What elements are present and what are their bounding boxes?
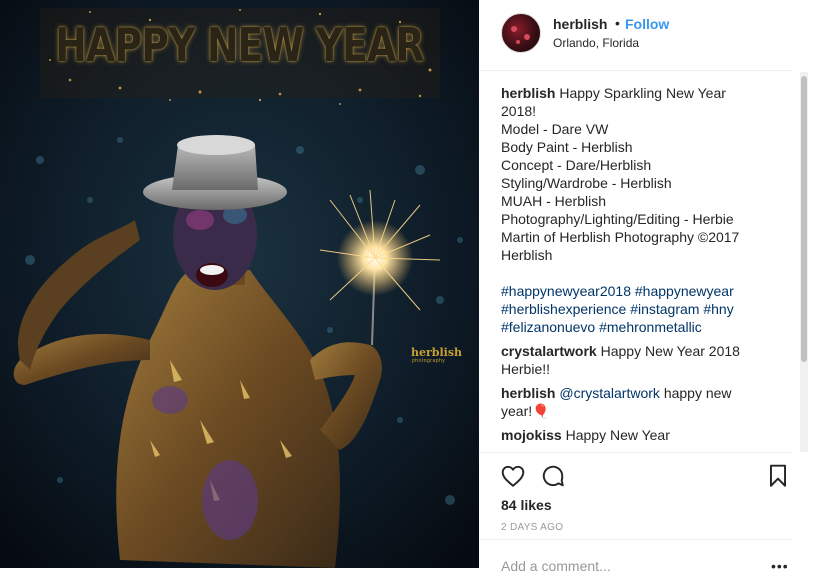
hashtag-link[interactable]: #mehronmetallic bbox=[599, 319, 702, 335]
post-detail-panel: herblish • Follow Orlando, Florida herbl… bbox=[479, 0, 813, 581]
comment-text: Herbie!! bbox=[501, 361, 551, 377]
comment: mojokiss Happy New Year bbox=[501, 426, 771, 444]
caption-line: Herblish bbox=[501, 247, 553, 263]
comments-list: herblish Happy Sparkling New Year 2018! … bbox=[501, 84, 771, 450]
caption-line: 2018! bbox=[501, 103, 537, 119]
header-separator: • bbox=[615, 15, 620, 31]
caption-line: Photography/Lighting/Editing - Herbie bbox=[501, 211, 734, 227]
caption-line: Concept - Dare/Herblish bbox=[501, 157, 652, 173]
post-header: herblish • Follow Orlando, Florida bbox=[479, 0, 792, 71]
likes-count[interactable]: 84 likes bbox=[501, 497, 552, 513]
comment-mention[interactable]: @crystalartwork bbox=[559, 385, 660, 401]
photo-watermark-sub: photography bbox=[412, 358, 446, 364]
hashtag-line: #happynewyear2018 #happynewyear bbox=[501, 282, 771, 300]
comment-username[interactable]: herblish bbox=[501, 385, 555, 401]
comment: herblish @crystalartwork happy new year!… bbox=[501, 384, 771, 420]
comment-text: year!🎈 bbox=[501, 403, 550, 419]
post-timestamp[interactable]: 2 DAYS AGO bbox=[501, 522, 563, 533]
heart-icon[interactable] bbox=[500, 463, 526, 489]
comment-username[interactable]: crystalartwork bbox=[501, 343, 597, 359]
caption-line: Martin of Herblish Photography ©2017 bbox=[501, 229, 740, 245]
hashtag-link[interactable]: #herblishexperience bbox=[501, 301, 626, 317]
caption-line: MUAH - Herblish bbox=[501, 193, 607, 209]
caption-line: Styling/Wardrobe - Herblish bbox=[501, 175, 672, 191]
comment-text: Happy New Year bbox=[565, 427, 670, 443]
hashtag-link[interactable]: #happynewyear bbox=[635, 283, 734, 299]
caption-text: Happy Sparkling New Year bbox=[559, 85, 726, 101]
hashtag-line: #herblishexperience #instagram #hny bbox=[501, 300, 771, 318]
hashtag-link[interactable]: #happynewyear2018 bbox=[501, 283, 631, 299]
follow-button[interactable]: Follow bbox=[625, 16, 669, 32]
post-actions: 84 likes 2 DAYS AGO ••• bbox=[479, 452, 792, 581]
hashtag-line: #felizanonuevo #mehronmetallic bbox=[501, 318, 771, 336]
caption-line: Model - Dare VW bbox=[501, 121, 609, 137]
comments-scrollbar-thumb[interactable] bbox=[801, 76, 807, 362]
more-options-button[interactable]: ••• bbox=[771, 559, 789, 573]
avatar[interactable] bbox=[501, 13, 541, 53]
comment-text: happy new bbox=[663, 385, 732, 401]
hashtag-link[interactable]: #hny bbox=[703, 301, 733, 317]
header-location[interactable]: Orlando, Florida bbox=[553, 36, 639, 50]
caption: herblish Happy Sparkling New Year 2018! … bbox=[501, 84, 771, 336]
header-username[interactable]: herblish bbox=[553, 16, 607, 32]
comment-username[interactable]: mojokiss bbox=[501, 427, 562, 443]
post-photo[interactable]: HAPPY NEW YEAR herblish photography bbox=[0, 0, 479, 568]
post-photo-art bbox=[0, 0, 479, 568]
comment-icon[interactable] bbox=[540, 463, 566, 489]
hashtag-link[interactable]: #felizanonuevo bbox=[501, 319, 595, 335]
caption-username[interactable]: herblish bbox=[501, 85, 555, 101]
comment-text: Happy New Year 2018 bbox=[600, 343, 740, 359]
caption-first-line: herblish Happy Sparkling New Year bbox=[501, 84, 771, 102]
comment: crystalartwork Happy New Year 2018 Herbi… bbox=[501, 342, 771, 378]
caption-line: Body Paint - Herblish bbox=[501, 139, 633, 155]
photo-banner-text: HAPPY NEW YEAR bbox=[55, 18, 424, 72]
add-comment-bar: ••• bbox=[479, 539, 792, 582]
hashtag-link[interactable]: #instagram bbox=[630, 301, 699, 317]
bookmark-icon[interactable] bbox=[765, 463, 791, 489]
add-comment-input[interactable] bbox=[501, 558, 751, 574]
